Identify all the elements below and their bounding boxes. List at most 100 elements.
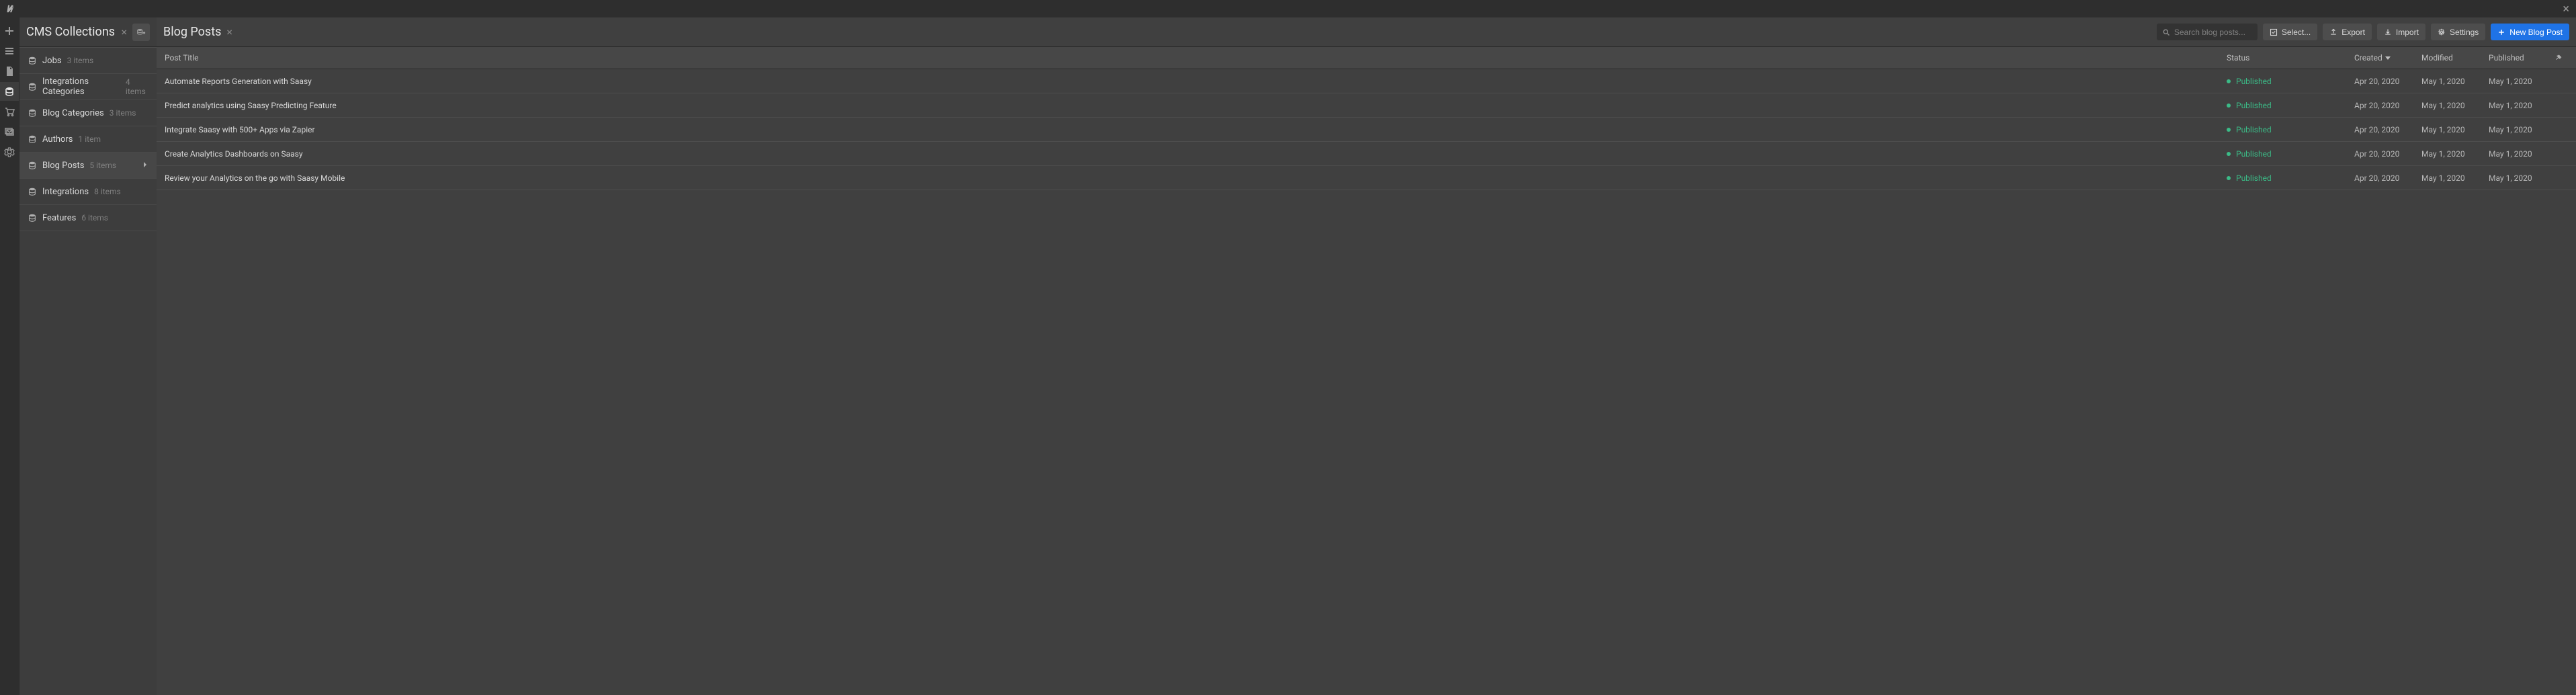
rail-pages[interactable] xyxy=(0,62,19,81)
col-title[interactable]: Post Title xyxy=(165,53,2227,63)
cell-published: May 1, 2020 xyxy=(2489,173,2549,183)
settings-button[interactable]: Settings xyxy=(2431,24,2485,40)
cell-status: Published xyxy=(2227,101,2354,110)
select-button[interactable]: Select... xyxy=(2263,24,2317,40)
export-button[interactable]: Export xyxy=(2323,24,2372,40)
table-body: Automate Reports Generation with Saasy P… xyxy=(157,69,2576,190)
content-close-icon[interactable]: × xyxy=(226,26,232,38)
add-collection-button[interactable] xyxy=(132,24,150,41)
cell-modified: May 1, 2020 xyxy=(2421,77,2489,86)
content-title: Blog Posts xyxy=(163,25,221,39)
rail-settings[interactable] xyxy=(0,142,19,161)
collection-item[interactable]: Authors 1 item xyxy=(19,126,157,153)
table-row[interactable]: Automate Reports Generation with Saasy P… xyxy=(157,69,2576,93)
status-dot xyxy=(2227,104,2231,108)
database-icon xyxy=(28,134,37,144)
collection-name: Integrations xyxy=(42,187,89,197)
left-rail xyxy=(0,17,19,695)
table-row[interactable]: Integrate Saasy with 500+ Apps via Zapie… xyxy=(157,118,2576,142)
collection-count: 3 items xyxy=(110,108,136,118)
check-icon xyxy=(2270,28,2278,36)
status-text: Published xyxy=(2236,77,2272,86)
import-button[interactable]: Import xyxy=(2377,24,2425,40)
webflow-logo[interactable] xyxy=(4,3,16,15)
rail-cms[interactable] xyxy=(0,82,19,101)
collection-list: Jobs 3 items Integrations Categories 4 i… xyxy=(19,47,157,231)
cell-created: Apr 20, 2020 xyxy=(2354,125,2421,134)
cell-published: May 1, 2020 xyxy=(2489,101,2549,110)
col-status[interactable]: Status xyxy=(2227,53,2354,63)
database-icon xyxy=(28,161,37,170)
collection-count: 1 item xyxy=(79,134,101,144)
cell-title: Automate Reports Generation with Saasy xyxy=(165,77,2227,86)
sidebar-title: CMS Collections xyxy=(26,25,116,39)
close-icon[interactable]: × xyxy=(2560,2,2572,16)
cell-title: Create Analytics Dashboards on Saasy xyxy=(165,149,2227,159)
collection-count: 8 items xyxy=(94,187,121,196)
table-header: Post Title Status Created Modified Publi… xyxy=(157,47,2576,69)
cell-created: Apr 20, 2020 xyxy=(2354,77,2421,86)
gear-icon xyxy=(2438,28,2446,36)
collection-item[interactable]: Integrations Categories 4 items xyxy=(19,74,157,100)
cell-modified: May 1, 2020 xyxy=(2421,101,2489,110)
search-input[interactable] xyxy=(2174,28,2252,37)
search-box[interactable] xyxy=(2157,24,2258,40)
rail-assets[interactable] xyxy=(0,122,19,141)
collection-item[interactable]: Integrations 8 items xyxy=(19,179,157,205)
cell-published: May 1, 2020 xyxy=(2489,77,2549,86)
cell-status: Published xyxy=(2227,149,2354,159)
status-text: Published xyxy=(2236,173,2272,183)
cms-sidebar: CMS Collections × Jobs 3 items Integrati… xyxy=(19,17,157,695)
col-published[interactable]: Published xyxy=(2489,53,2549,63)
table-row[interactable]: Create Analytics Dashboards on Saasy Pub… xyxy=(157,142,2576,166)
status-dot xyxy=(2227,79,2231,83)
database-icon xyxy=(28,213,37,222)
collection-name: Jobs xyxy=(42,56,62,66)
sort-desc-icon xyxy=(2385,53,2391,63)
export-icon xyxy=(2329,28,2337,36)
collection-name: Features xyxy=(42,213,76,223)
table-row[interactable]: Review your Analytics on the go with Saa… xyxy=(157,166,2576,190)
col-created[interactable]: Created xyxy=(2354,53,2421,63)
cell-published: May 1, 2020 xyxy=(2489,149,2549,159)
cell-created: Apr 20, 2020 xyxy=(2354,149,2421,159)
database-icon xyxy=(28,108,37,118)
status-text: Published xyxy=(2236,125,2272,134)
new-post-button[interactable]: New Blog Post xyxy=(2491,24,2569,40)
pin-icon[interactable] xyxy=(2549,54,2568,62)
rail-ecommerce[interactable] xyxy=(0,102,19,121)
col-modified[interactable]: Modified xyxy=(2421,53,2489,63)
database-icon xyxy=(28,187,37,196)
cell-status: Published xyxy=(2227,77,2354,86)
rail-navigator[interactable] xyxy=(0,42,19,60)
collection-name: Integrations Categories xyxy=(42,77,120,97)
chevron-right-icon xyxy=(142,161,148,171)
rail-add[interactable] xyxy=(0,22,19,40)
collection-name: Blog Categories xyxy=(42,108,104,118)
database-icon xyxy=(28,56,37,65)
collection-item[interactable]: Blog Posts 5 items xyxy=(19,153,157,179)
status-text: Published xyxy=(2236,149,2272,159)
cell-status: Published xyxy=(2227,173,2354,183)
collection-item[interactable]: Jobs 3 items xyxy=(19,48,157,74)
content-area: Blog Posts × Select... Export Imp xyxy=(157,17,2576,695)
collection-count: 5 items xyxy=(89,161,116,170)
status-dot xyxy=(2227,152,2231,156)
sidebar-close-icon[interactable]: × xyxy=(121,26,127,38)
cell-created: Apr 20, 2020 xyxy=(2354,173,2421,183)
import-icon xyxy=(2384,28,2392,36)
collection-count: 3 items xyxy=(67,56,94,65)
cell-created: Apr 20, 2020 xyxy=(2354,101,2421,110)
cell-title: Review your Analytics on the go with Saa… xyxy=(165,173,2227,183)
plus-icon xyxy=(2497,28,2505,36)
status-text: Published xyxy=(2236,101,2272,110)
table-row[interactable]: Predict analytics using Saasy Predicting… xyxy=(157,93,2576,118)
collection-name: Authors xyxy=(42,134,73,145)
cell-title: Predict analytics using Saasy Predicting… xyxy=(165,101,2227,110)
collection-count: 4 items xyxy=(126,77,148,96)
collection-item[interactable]: Blog Categories 3 items xyxy=(19,100,157,126)
status-dot xyxy=(2227,128,2231,132)
cell-modified: May 1, 2020 xyxy=(2421,149,2489,159)
collection-item[interactable]: Features 6 items xyxy=(19,205,157,231)
status-dot xyxy=(2227,176,2231,180)
